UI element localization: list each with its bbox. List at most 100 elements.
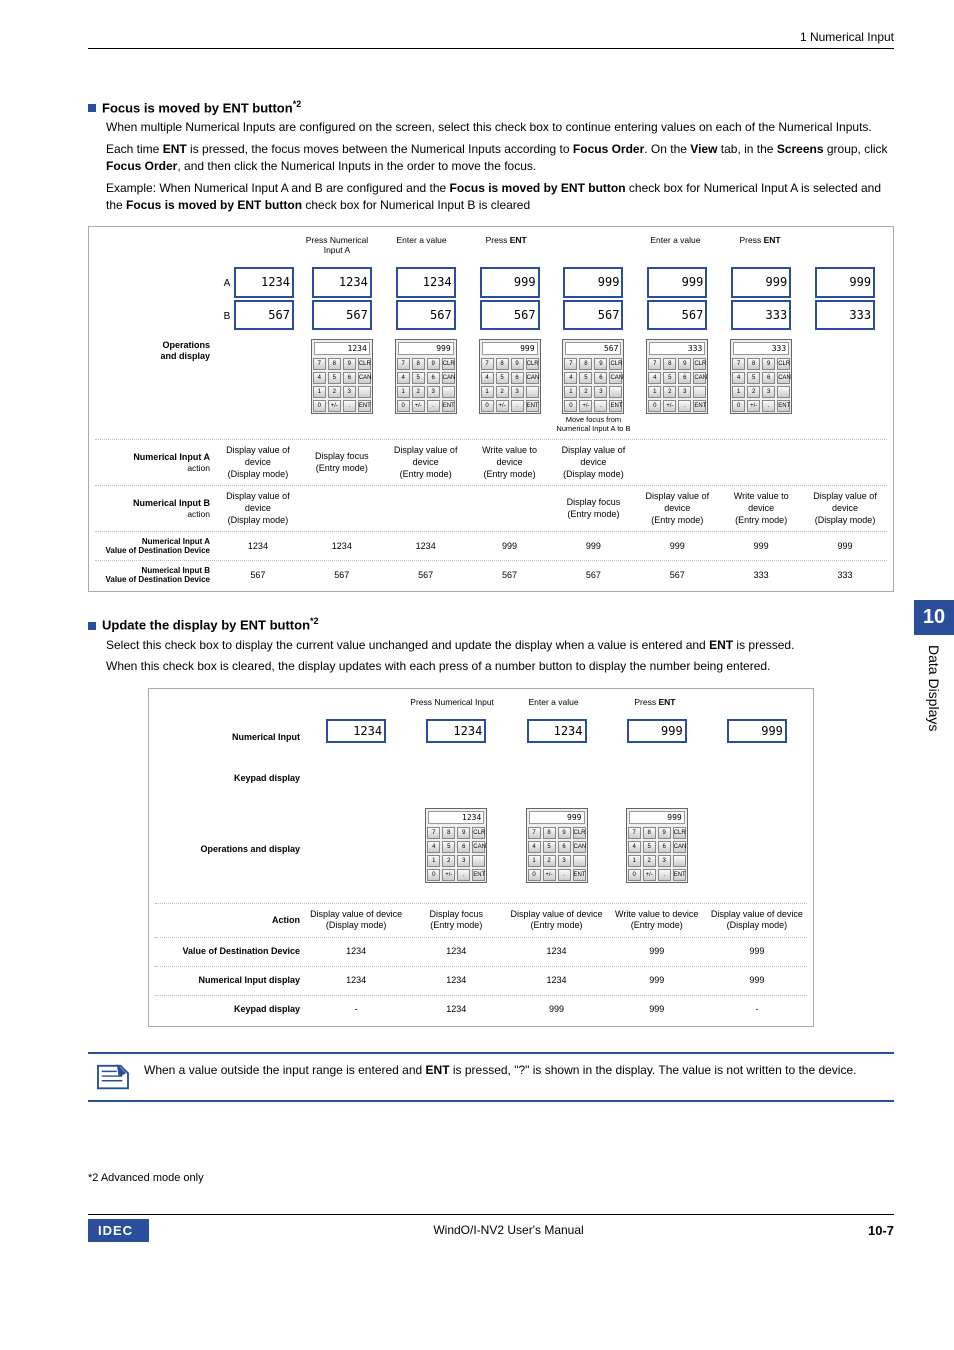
table-cell: 999	[552, 535, 636, 557]
table-cell: 1234	[406, 970, 506, 992]
d1-col-header: Press ENT	[464, 235, 549, 259]
table-cell: 567	[384, 564, 468, 586]
section1-title: Focus is moved by ENT button*2	[102, 99, 301, 115]
table-cell: 999	[607, 970, 707, 992]
section2-para2: When this check box is cleared, the disp…	[106, 658, 894, 675]
section2-title-sup: *2	[310, 616, 319, 626]
d1-col-header: Press ENT	[718, 235, 803, 259]
d1-labA: Numerical Input A action	[95, 443, 216, 482]
table-cell: 567	[468, 564, 552, 586]
note-icon	[94, 1062, 132, 1092]
chapter-number: 10	[914, 600, 954, 635]
footer-page: 10-7	[868, 1223, 894, 1238]
bullet-icon	[88, 622, 96, 630]
d2-lab-ni: Numerical Input	[155, 718, 306, 758]
d2-lab-action: Action	[155, 907, 306, 934]
d2-col-header: Press ENT	[604, 697, 705, 711]
footer-center: WindO/I-NV2 User's Manual	[433, 1223, 583, 1237]
d1-col-header	[802, 235, 887, 259]
d2-kp-cell	[707, 800, 807, 900]
d1-col-header: Enter a value	[633, 235, 718, 259]
d2-ni-cell: 1234	[506, 718, 606, 758]
d1-col-header: Enter a value	[379, 235, 464, 259]
keypad: 333789CLR456CAN1230+/-.ENT	[730, 339, 792, 414]
d1-labB: Numerical Input B action	[95, 489, 216, 528]
d2-ni-cell: 1234	[306, 718, 406, 758]
table-cell: 567	[635, 564, 719, 586]
diagram2: Press Numerical InputEnter a valuePress …	[148, 688, 814, 1027]
table-cell: Display value of device (Display mode)	[216, 489, 300, 528]
section2-title: Update the display by ENT button*2	[102, 616, 319, 632]
table-cell: 999	[506, 999, 606, 1021]
note-box: When a value outside the input range is …	[88, 1052, 894, 1102]
d2-lab-val: Value of Destination Device	[155, 941, 306, 963]
section1-title-text: Focus is moved by ENT button	[102, 100, 293, 115]
table-cell: 1234	[406, 941, 506, 963]
table-cell	[384, 489, 468, 528]
d1-display-col: 12345671234789CLR456CAN1230+/-.ENT	[300, 266, 384, 436]
d2-kp-cell: 1234789CLR456CAN1230+/-.ENT	[406, 800, 506, 900]
footnote: *2 Advanced mode only	[88, 1172, 894, 1184]
keypad: 999789CLR456CAN1230+/-.ENT	[395, 339, 457, 414]
d2-lab-nid: Numerical Input display	[155, 970, 306, 992]
table-cell: 999	[707, 941, 807, 963]
table-cell: Display value of device (Entry mode)	[635, 489, 719, 528]
keypad: 999789CLR456CAN1230+/-.ENT	[626, 808, 688, 883]
chapter-tab: 10 Data Displays	[914, 600, 954, 744]
d1-col-header	[210, 235, 295, 259]
bullet-icon	[88, 104, 96, 112]
table-cell: Display value of device (Display mode)	[306, 907, 406, 934]
keypad: 333789CLR456CAN1230+/-.ENT	[646, 339, 708, 414]
d2-col-header	[706, 697, 807, 711]
d1-display-col: A1234B567	[216, 266, 300, 436]
d1-display-col: 999567333789CLR456CAN1230+/-.ENT	[635, 266, 719, 436]
section1-example: Example: When Numerical Input A and B ar…	[106, 180, 894, 215]
table-cell: 1234	[216, 535, 300, 557]
table-cell	[468, 489, 552, 528]
table-cell: 567	[216, 564, 300, 586]
table-cell	[719, 443, 803, 482]
section2-title-text: Update the display by ENT button	[102, 618, 310, 633]
table-cell: Display value of device (Entry mode)	[506, 907, 606, 934]
table-cell: 1234	[506, 941, 606, 963]
table-cell: Display focus (Entry mode)	[300, 443, 384, 482]
table-cell: Write value to device (Entry mode)	[607, 907, 707, 934]
diagram1: Press Numerical Input AEnter a valuePres…	[88, 226, 894, 592]
d2-ni-cell: 999	[707, 718, 807, 758]
d2-lab-kpd: Keypad display	[155, 999, 306, 1021]
d1-display-col: 999567567789CLR456CAN1230+/-.ENTMove foc…	[552, 266, 636, 436]
d2-col-header: Enter a value	[503, 697, 604, 711]
keypad: 999789CLR456CAN1230+/-.ENT	[526, 808, 588, 883]
table-cell: Write value to device (Entry mode)	[719, 489, 803, 528]
d2-kp-cell: 999789CLR456CAN1230+/-.ENT	[607, 800, 707, 900]
table-cell: 999	[719, 535, 803, 557]
table-cell: Display value of device (Display mode)	[216, 443, 300, 482]
table-cell: Display value of device (Display mode)	[552, 443, 636, 482]
d1-valB-label: Numerical Input B Value of Destination D…	[95, 564, 216, 586]
d1-valA-label: Numerical Input A Value of Destination D…	[95, 535, 216, 557]
d2-lab-kp: Keypad display	[155, 764, 306, 794]
table-cell: 999	[803, 535, 887, 557]
section2-para1: Select this check box to display the cur…	[106, 637, 894, 654]
table-cell: 999	[607, 999, 707, 1021]
d2-kp-cell: 999789CLR456CAN1230+/-.ENT	[506, 800, 606, 900]
footer-logo: IDEC	[88, 1219, 149, 1242]
table-cell: 999	[707, 970, 807, 992]
keypad: 999789CLR456CAN1230+/-.ENT	[479, 339, 541, 414]
table-cell: 999	[635, 535, 719, 557]
table-cell: Write value to device (Entry mode)	[468, 443, 552, 482]
table-cell: -	[306, 999, 406, 1021]
d1-ops-label: Operations and display	[95, 266, 216, 436]
d1-display-col: 999567999789CLR456CAN1230+/-.ENT	[468, 266, 552, 436]
section1-para2: Each time ENT is pressed, the focus move…	[106, 141, 894, 176]
d1-display-col: 999333	[803, 266, 887, 436]
d2-ni-cell: 1234	[406, 718, 506, 758]
table-cell: 567	[300, 564, 384, 586]
section-breadcrumb: 1 Numerical Input	[800, 30, 894, 44]
d2-col-header	[300, 697, 401, 711]
table-cell: 999	[468, 535, 552, 557]
d2-ni-cell: 999	[607, 718, 707, 758]
keypad: 1234789CLR456CAN1230+/-.ENT	[425, 808, 487, 883]
table-cell: 333	[803, 564, 887, 586]
table-cell: 333	[719, 564, 803, 586]
